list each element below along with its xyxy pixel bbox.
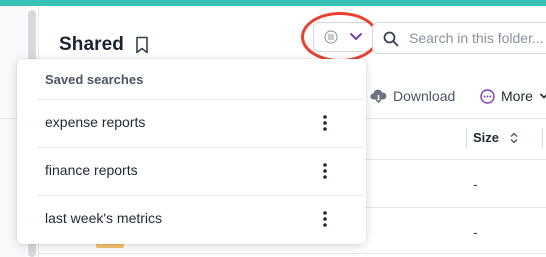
kebab-menu-icon[interactable]: [315, 111, 335, 135]
bookmark-icon[interactable]: [135, 36, 149, 54]
column-separator: [542, 128, 543, 148]
saved-search-label: expense reports: [45, 114, 146, 130]
saved-search-item[interactable]: last week's metrics: [17, 196, 366, 242]
saved-search-item[interactable]: expense reports: [17, 100, 366, 146]
search-icon: [383, 31, 399, 47]
saved-search-item[interactable]: finance reports: [17, 148, 366, 194]
chevron-down-icon: [539, 93, 546, 99]
kebab-menu-icon[interactable]: [315, 159, 335, 183]
top-accent-bar: [0, 0, 546, 6]
saved-search-label: last week's metrics: [45, 210, 163, 226]
search-field[interactable]: [372, 22, 546, 54]
saved-search-label: finance reports: [45, 162, 138, 178]
cloud-download-icon: [370, 89, 387, 103]
saved-searches-heading: Saved searches: [45, 72, 144, 87]
size-cell: -: [473, 176, 478, 192]
column-separator: [466, 128, 467, 148]
page-title: Shared: [59, 34, 125, 55]
saved-searches-menu: Saved searches expense reports finance r…: [17, 59, 366, 244]
more-button[interactable]: More: [480, 87, 546, 105]
sort-icon: [510, 132, 518, 143]
download-button[interactable]: Download: [370, 87, 455, 105]
table-row-border: [39, 253, 546, 254]
download-label: Download: [393, 88, 456, 104]
search-input[interactable]: [409, 28, 546, 48]
more-icon: [480, 88, 495, 104]
size-cell: -: [473, 224, 478, 240]
size-header-label: Size: [473, 130, 500, 145]
size-column-header[interactable]: Size: [473, 130, 519, 145]
more-label: More: [501, 88, 533, 104]
highlight-circle: [301, 12, 379, 62]
kebab-menu-icon[interactable]: [315, 207, 335, 231]
